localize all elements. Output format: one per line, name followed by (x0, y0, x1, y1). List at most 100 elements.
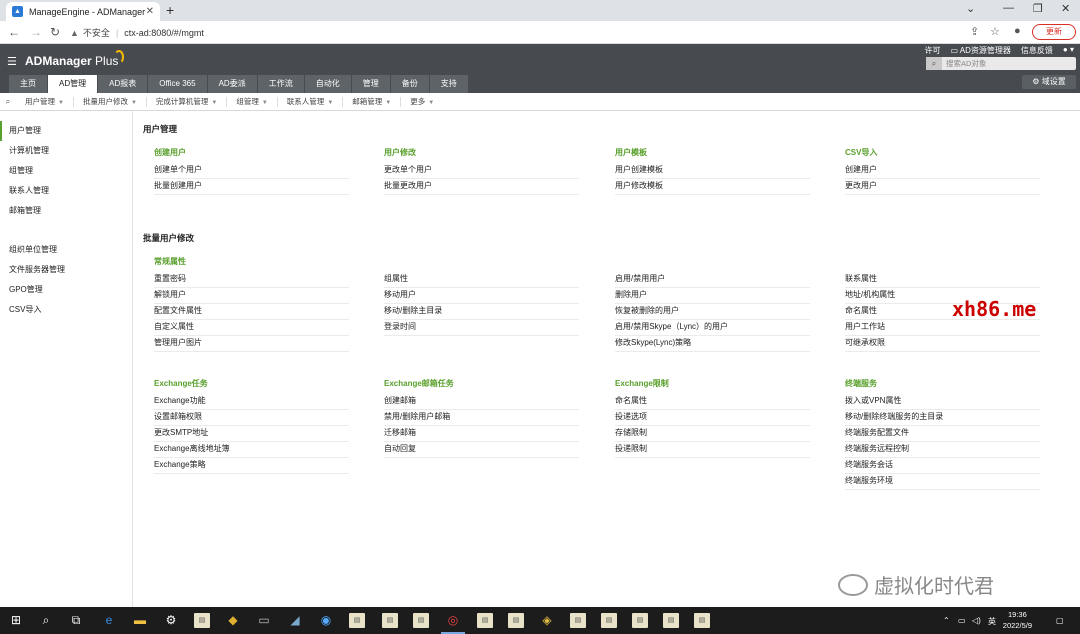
sidebar-item-computer-management[interactable]: 计算机管理 (0, 141, 132, 161)
user-menu-icon[interactable]: ● ▾ (1063, 45, 1074, 56)
action-link[interactable]: 恢复被删除的用户 (615, 304, 810, 320)
action-link[interactable]: 批量创建用户 (154, 179, 349, 195)
browser-tab[interactable]: ▲ ManageEngine - ADManager ✕ (6, 2, 160, 21)
action-link[interactable]: 命名属性 (615, 394, 810, 410)
chrome-icon[interactable]: ◎ (441, 613, 465, 634)
action-link[interactable]: 终端服务配置文件 (845, 426, 1040, 442)
update-button[interactable]: 更新 (1032, 24, 1076, 40)
action-link[interactable]: 更改用户 (845, 179, 1040, 195)
clock[interactable]: 19:36 2022/5/9 (1003, 609, 1032, 631)
subnav-contact-management[interactable]: 联系人管理 ▼ (278, 96, 344, 107)
search-icon[interactable]: ⌕ (38, 613, 54, 628)
app-icon[interactable]: ◢ (287, 613, 303, 628)
sidebar-item-gpo-management[interactable]: GPO管理 (0, 280, 132, 300)
action-link[interactable]: 批量更改用户 (384, 179, 579, 195)
action-link[interactable]: 存储限制 (615, 426, 810, 442)
subnav-bulk-user-modify[interactable]: 批量用户修改 ▼ (74, 96, 147, 107)
action-link[interactable]: 拨入或VPN属性 (845, 394, 1040, 410)
action-link[interactable]: 修改Skype(Lync)策略 (615, 336, 810, 352)
tab-backup[interactable]: 备份 (390, 75, 430, 93)
action-link[interactable]: 设置邮箱权限 (154, 410, 349, 426)
app-icon[interactable]: ◈ (539, 613, 555, 628)
action-link[interactable]: 用户修改模板 (615, 179, 810, 195)
settings-icon[interactable]: ⚙ (163, 613, 179, 628)
action-link[interactable]: 自定义属性 (154, 320, 349, 336)
sidebar-item-group-management[interactable]: 组管理 (0, 161, 132, 181)
tab-home[interactable]: 主页 (9, 75, 48, 93)
document-icon[interactable]: ▤ (570, 613, 586, 628)
bookmark-star-icon[interactable]: ☆ (990, 25, 1000, 38)
network-icon[interactable]: ▭ (958, 616, 966, 625)
document-icon[interactable]: ▤ (413, 613, 429, 628)
tab-office365[interactable]: Office 365 (148, 75, 208, 93)
action-link[interactable]: 禁用/删除用户邮箱 (384, 410, 579, 426)
action-link[interactable]: 终端服务环境 (845, 474, 1040, 490)
action-link[interactable]: 创建单个用户 (154, 163, 349, 179)
sidebar-item-mailbox-management[interactable]: 邮箱管理 (0, 201, 132, 221)
tab-ad-delegation[interactable]: AD委派 (207, 75, 258, 93)
share-icon[interactable]: ⇪ (970, 25, 979, 38)
action-link[interactable]: 删除用户 (615, 288, 810, 304)
action-link[interactable]: Exchange离线地址簿 (154, 442, 349, 458)
back-icon[interactable]: ← (8, 25, 20, 39)
new-tab-icon[interactable]: + (166, 2, 174, 18)
action-link[interactable]: 重置密码 (154, 272, 349, 288)
ie-icon[interactable]: e (101, 613, 117, 628)
tab-automation[interactable]: 自动化 (304, 75, 352, 93)
document-icon[interactable]: ▤ (382, 613, 398, 628)
subnav-group-management[interactable]: 组管理 ▼ (227, 96, 278, 107)
sidebar-item-csv-import[interactable]: CSV导入 (0, 300, 132, 320)
action-link[interactable]: 移动用户 (384, 288, 579, 304)
action-link[interactable]: 可继承权限 (845, 336, 1040, 352)
document-icon[interactable]: ▤ (694, 613, 710, 628)
subnav-computer-management[interactable]: 完成计算机管理 ▼ (147, 96, 228, 107)
maximize-icon[interactable]: ❐ (1033, 2, 1043, 15)
close-window-icon[interactable]: ✕ (1061, 2, 1070, 15)
tab-support[interactable]: 支持 (429, 75, 469, 93)
ad-explorer-link[interactable]: ▭ AD资源管理器 (950, 45, 1010, 56)
feedback-link[interactable]: 信息反馈 (1021, 45, 1053, 56)
document-icon[interactable]: ▤ (632, 613, 648, 628)
app-icon[interactable]: ◉ (318, 613, 334, 628)
action-link[interactable]: 移动/删除主目录 (384, 304, 579, 320)
license-link[interactable]: 许可 (924, 45, 940, 56)
url-field[interactable]: ▲ 不安全 | ctx-ad:8080/#/mgmt (70, 24, 960, 41)
action-link[interactable]: 联系属性 (845, 272, 1040, 288)
action-link[interactable]: 创建用户 (845, 163, 1040, 179)
terminal-icon[interactable]: ▭ (256, 613, 272, 628)
hamburger-menu-icon[interactable]: ☰ (7, 55, 17, 68)
document-icon[interactable]: ▤ (601, 613, 617, 628)
app-icon[interactable]: ▤ (194, 613, 210, 628)
document-icon[interactable]: ▤ (663, 613, 679, 628)
action-link[interactable]: 组属性 (384, 272, 579, 288)
document-icon[interactable]: ▤ (477, 613, 493, 628)
action-link[interactable]: 配置文件属性 (154, 304, 349, 320)
action-link[interactable]: 更改单个用户 (384, 163, 579, 179)
subnav-more[interactable]: 更多 ▼ (401, 97, 443, 107)
sidebar-item-contact-management[interactable]: 联系人管理 (0, 181, 132, 201)
action-link[interactable]: 管理用户图片 (154, 336, 349, 352)
action-link[interactable]: 投递选项 (615, 410, 810, 426)
minimize-icon[interactable]: — (1003, 2, 1014, 14)
subnav-mailbox-management[interactable]: 邮箱管理 ▼ (343, 96, 402, 107)
action-link[interactable]: 终端服务远程控制 (845, 442, 1040, 458)
action-link[interactable]: 启用/禁用Skype（Lync）的用户 (615, 320, 810, 336)
subnav-search-icon[interactable]: ⌕ (0, 97, 16, 107)
tab-ad-management[interactable]: AD管理 (48, 75, 99, 93)
search-icon[interactable]: ⌕ (926, 57, 942, 70)
tab-workflow[interactable]: 工作流 (257, 75, 305, 93)
tray-chevron-icon[interactable]: ⌃ (943, 616, 950, 625)
action-link[interactable]: 登录时间 (384, 320, 579, 336)
domain-settings-button[interactable]: ⚙ 域设置 (1022, 75, 1076, 89)
action-link[interactable]: 更改SMTP地址 (154, 426, 349, 442)
sidebar-item-user-management[interactable]: 用户管理 (0, 121, 132, 141)
ime-indicator[interactable]: 英 (988, 616, 996, 627)
action-link[interactable]: 迁移邮箱 (384, 426, 579, 442)
app-icon[interactable]: ◆ (225, 613, 241, 628)
close-tab-icon[interactable]: ✕ (146, 6, 154, 17)
reload-icon[interactable]: ↻ (50, 25, 60, 39)
sidebar-item-ou-management[interactable]: 组织单位管理 (0, 240, 132, 260)
tab-ad-reports[interactable]: AD报表 (98, 75, 149, 93)
action-link[interactable]: 用户创建模板 (615, 163, 810, 179)
action-link[interactable]: 终端服务会话 (845, 458, 1040, 474)
